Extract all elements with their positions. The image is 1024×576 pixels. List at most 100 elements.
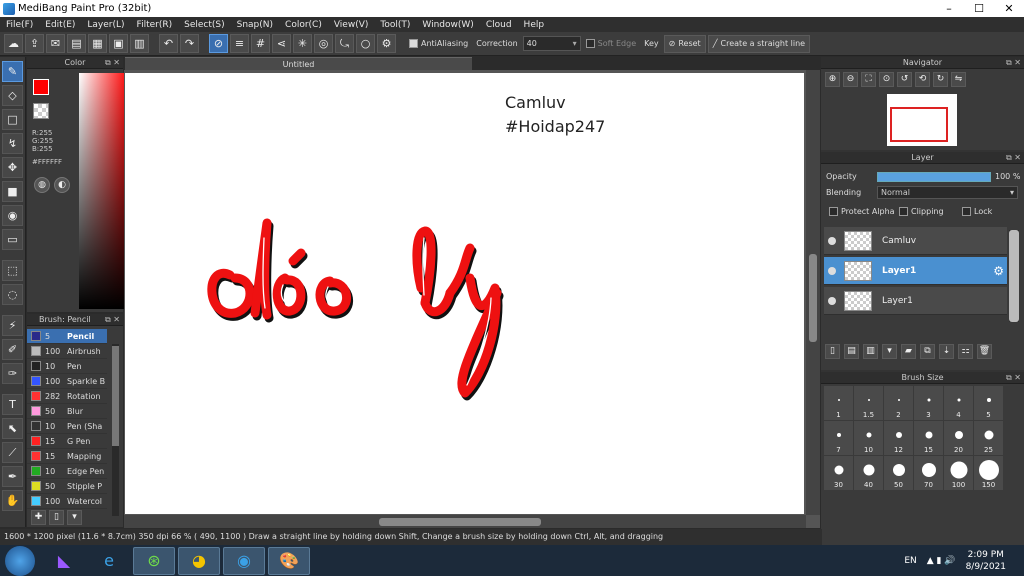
menu-file[interactable]: File(F) xyxy=(0,20,39,30)
gear-icon[interactable]: ⚙ xyxy=(993,264,1004,278)
share-icon[interactable]: ⇪ xyxy=(25,34,44,53)
menu-window[interactable]: Window(W) xyxy=(416,20,479,30)
transparent-swatch[interactable] xyxy=(33,103,49,119)
menu-color[interactable]: Color(C) xyxy=(279,20,328,30)
lasso-icon[interactable]: ◌ xyxy=(2,284,23,305)
brush-item[interactable]: 15 G Pen xyxy=(27,434,107,449)
page-icon[interactable]: ▦ xyxy=(88,34,107,53)
paint-icon[interactable]: 🎨 xyxy=(268,546,310,575)
brush-size-cell[interactable]: 12 xyxy=(884,421,913,455)
fill-rect-tool-icon[interactable]: ■ xyxy=(2,181,23,202)
menu-tool[interactable]: Tool(T) xyxy=(374,20,416,30)
flip-icon[interactable]: ⇋ xyxy=(951,72,966,87)
menu-view[interactable]: View(V) xyxy=(328,20,375,30)
redo-icon[interactable]: ↷ xyxy=(180,34,199,53)
brush-size-cell[interactable]: 7 xyxy=(824,421,853,455)
snap-circle-icon[interactable]: ◎ xyxy=(314,34,333,53)
layer-row-layer1-selected[interactable]: Layer1 ⚙ xyxy=(824,257,1007,285)
brush-size-cell[interactable]: 100 xyxy=(944,456,973,490)
brush-item[interactable]: 10 Pen xyxy=(27,359,107,374)
magic-wand-icon[interactable]: ⚡ xyxy=(2,315,23,336)
language-indicator[interactable]: EN xyxy=(904,556,916,566)
visibility-icon[interactable] xyxy=(828,266,836,275)
add-layer-menu-icon[interactable]: ▾ xyxy=(882,344,897,359)
protect-alpha-checkbox[interactable]: Protect Alpha xyxy=(829,207,895,216)
brush-size-cell[interactable]: 10 xyxy=(854,421,883,455)
document-tab[interactable]: Untitled xyxy=(125,57,472,70)
palette-icon[interactable]: ◍ xyxy=(34,177,50,193)
brush-size-cell[interactable]: 30 xyxy=(824,456,853,490)
undo-icon[interactable]: ↶ xyxy=(159,34,178,53)
brush-size-cell[interactable]: 2 xyxy=(884,386,913,420)
clock[interactable]: 2:09 PM 8/9/2021 xyxy=(966,549,1006,573)
start-button[interactable] xyxy=(5,545,35,576)
menu-cloud[interactable]: Cloud xyxy=(480,20,518,30)
clipping-checkbox[interactable]: Clipping xyxy=(899,207,944,216)
panel-controls-icon[interactable]: ⧉ ✕ xyxy=(1006,152,1021,164)
visibility-icon[interactable] xyxy=(828,236,836,245)
panel-controls-icon[interactable]: ⧉ ✕ xyxy=(105,57,120,69)
brush-item[interactable]: 15 Mapping xyxy=(27,449,107,464)
brush-size-cell[interactable]: 1.5 xyxy=(854,386,883,420)
snap-off-icon[interactable]: ⊘ xyxy=(209,34,228,53)
brush-size-cell[interactable]: 25 xyxy=(974,421,1003,455)
brush-item[interactable]: 10 Edge Pen xyxy=(27,464,107,479)
brush-size-cell[interactable]: 1 xyxy=(824,386,853,420)
snap-curve-icon[interactable]: ⤿ xyxy=(335,34,354,53)
notification-icons[interactable]: ▲ ▮ 🔊 xyxy=(927,556,956,566)
zoom-in-icon[interactable]: ⊕ xyxy=(825,72,840,87)
layer-list-scrollbar[interactable] xyxy=(1009,230,1019,322)
close-button[interactable]: ✕ xyxy=(994,0,1024,17)
select-pen-icon[interactable]: ✐ xyxy=(2,339,23,360)
menu-snap[interactable]: Snap(N) xyxy=(231,20,279,30)
rotate-reset-icon[interactable]: ⟲ xyxy=(915,72,930,87)
chat-icon[interactable]: ✉ xyxy=(46,34,65,53)
minimize-button[interactable]: – xyxy=(934,0,964,17)
brush-item[interactable]: 50 Stipple P xyxy=(27,479,107,494)
new-layer-icon[interactable]: ▯ xyxy=(825,344,840,359)
rotate-left-icon[interactable]: ↺ xyxy=(897,72,912,87)
canvas-vertical-scrollbar[interactable] xyxy=(806,70,820,515)
brush-size-cell[interactable]: 5 xyxy=(974,386,1003,420)
snap-cross-icon[interactable]: # xyxy=(251,34,270,53)
visibility-icon[interactable] xyxy=(828,296,836,305)
brush-item[interactable]: 50 Blur xyxy=(27,404,107,419)
brush-size-cell[interactable]: 20 xyxy=(944,421,973,455)
snap-vanish-icon[interactable]: ⋖ xyxy=(272,34,291,53)
menu-help[interactable]: Help xyxy=(518,20,551,30)
panel-controls-icon[interactable]: ⧉ ✕ xyxy=(1006,372,1021,384)
menu-edit[interactable]: Edit(E) xyxy=(39,20,81,30)
move-tool-icon[interactable]: ✥ xyxy=(2,157,23,178)
gradient-tool-icon[interactable]: ▭ xyxy=(2,229,23,250)
maximize-button[interactable]: ☐ xyxy=(964,0,994,17)
hand-tool-icon[interactable]: ✋ xyxy=(2,490,23,511)
text-tool-icon[interactable]: T xyxy=(2,394,23,415)
snap-radial-icon[interactable]: ✳ xyxy=(293,34,312,53)
soft-edge-checkbox[interactable]: Soft Edge xyxy=(583,39,639,48)
brush-size-cell[interactable]: 15 xyxy=(914,421,943,455)
brush-item[interactable]: 100 Sparkle B xyxy=(27,374,107,389)
snap-parallel-icon[interactable]: ≡ xyxy=(230,34,249,53)
brush-size-cell[interactable]: 150 xyxy=(974,456,1003,490)
menu-select[interactable]: Select(S) xyxy=(178,20,231,30)
antialiasing-checkbox[interactable]: AntiAliasing xyxy=(406,39,471,48)
chrome-icon[interactable]: ◕ xyxy=(178,546,220,575)
snap-settings-icon[interactable]: ⚙ xyxy=(377,34,396,53)
new-halftone-layer-icon[interactable]: ▤ xyxy=(844,344,859,359)
foreground-color-swatch[interactable] xyxy=(33,79,49,95)
select-eraser-icon[interactable]: ✑ xyxy=(2,363,23,384)
layer-row-camluv[interactable]: Camluv xyxy=(824,227,1007,255)
reset-button[interactable]: ⊘ Reset xyxy=(663,34,706,53)
merge-down-icon[interactable]: ⇣ xyxy=(939,344,954,359)
brush-size-cell[interactable]: 70 xyxy=(914,456,943,490)
brush-item[interactable]: 10 Pen (Sha xyxy=(27,419,107,434)
brush-size-cell[interactable]: 50 xyxy=(884,456,913,490)
grid-icon[interactable]: ▥ xyxy=(130,34,149,53)
brush-size-cell[interactable]: 40 xyxy=(854,456,883,490)
bucket-tool-icon[interactable]: ◉ xyxy=(2,205,23,226)
rotate-right-icon[interactable]: ↻ xyxy=(933,72,948,87)
operation-tool-icon[interactable]: ⬉ xyxy=(2,418,23,439)
zoom-out-icon[interactable]: ⊖ xyxy=(843,72,858,87)
panel-controls-icon[interactable]: ⧉ ✕ xyxy=(105,314,120,326)
visual-studio-icon[interactable]: ◣ xyxy=(43,547,85,575)
